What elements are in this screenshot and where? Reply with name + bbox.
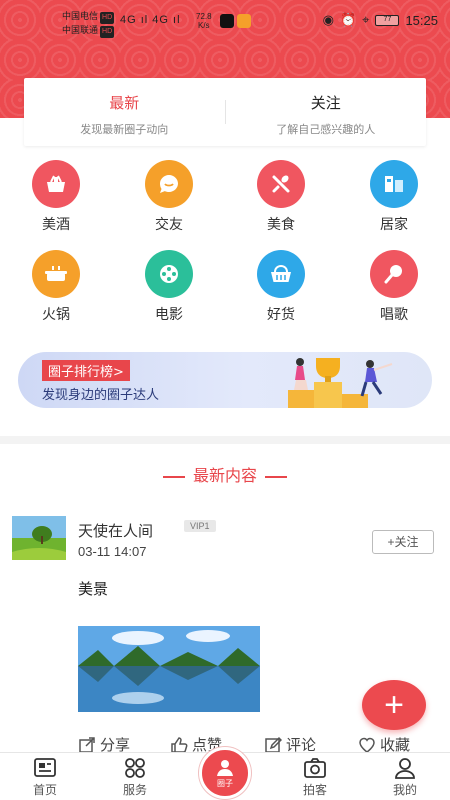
nav-home[interactable]: 首页 [15, 757, 75, 798]
title-dash-right [265, 475, 287, 478]
notification-icons [220, 14, 254, 28]
category-hotpot[interactable]: 火锅 [16, 250, 96, 324]
avatar-image [12, 516, 66, 560]
category-label: 电影 [155, 306, 183, 322]
category-food[interactable]: 美食 [241, 160, 321, 234]
category-home[interactable]: 居家 [354, 160, 434, 234]
carrier-2: 中国联通 [62, 25, 99, 35]
category-friends[interactable]: 交友 [129, 160, 209, 234]
tab-following-title: 关注 [310, 95, 341, 112]
category-label: 火锅 [42, 306, 70, 322]
nav-circle[interactable]: 圈子 [199, 747, 251, 799]
fork-spoon-icon [257, 160, 305, 208]
circle-ranking-banner[interactable]: 圈子排行榜> 发现身边的圈子达人 [18, 352, 432, 408]
network-speed: 72.8 K/s [196, 12, 212, 30]
tab-following[interactable]: 关注 了解自己感兴趣的人 [226, 78, 427, 146]
nav-service[interactable]: 服务 [105, 757, 165, 798]
nav-service-label: 服务 [122, 783, 147, 797]
clock: 15:25 [405, 12, 438, 28]
nav-home-label: 首页 [32, 783, 57, 797]
tab-following-subtitle: 了解自己感兴趣的人 [276, 124, 376, 136]
hd-badge: HD [100, 26, 115, 38]
film-reel-icon [145, 250, 193, 298]
location-icon: ⌖ [362, 12, 370, 27]
title-dash-left [162, 475, 185, 478]
heart-icon [359, 737, 375, 753]
alarm-icon: ⏰ [339, 12, 357, 27]
circle-people-icon [217, 760, 233, 776]
nav-circle-label: 圈子 [217, 779, 233, 788]
post-image[interactable] [78, 626, 260, 712]
category-label: 好货 [267, 306, 295, 322]
hd-badge: HD [100, 12, 115, 24]
camera-icon [304, 758, 326, 778]
category-wine[interactable]: 美酒 [16, 160, 96, 234]
nav-photo-label: 拍客 [302, 783, 327, 797]
tab-latest[interactable]: 最新 发现最新圈子动向 [24, 78, 225, 146]
shopping-basket-icon [257, 250, 305, 298]
signal-icon: 4G ıl 4G ıl [120, 14, 181, 26]
category-label: 居家 [380, 216, 408, 232]
category-label: 唱歌 [380, 306, 408, 322]
user-icon [395, 758, 415, 779]
post-username[interactable]: 天使在人间 [78, 520, 153, 541]
home-furniture-icon [370, 160, 418, 208]
status-right: ◉ ⏰ ⌖ 77 15:25 [323, 12, 438, 28]
wine-basket-icon [32, 160, 80, 208]
nav-mine[interactable]: 我的 [375, 757, 435, 798]
video-app-icon [237, 14, 251, 28]
nav-photo[interactable]: 拍客 [285, 757, 345, 798]
tab-latest-subtitle: 发现最新圈子动向 [80, 124, 169, 136]
nav-mine-label: 我的 [392, 783, 417, 797]
category-goods[interactable]: 好货 [241, 250, 321, 324]
tab-latest-title: 最新 [109, 95, 140, 112]
thumbs-up-icon [171, 736, 188, 753]
trophy-illustration [288, 358, 393, 408]
edit-comment-icon [265, 736, 282, 753]
tiktok-icon [220, 14, 234, 28]
add-post-button[interactable]: + [362, 680, 426, 730]
eye-icon: ◉ [322, 12, 334, 27]
microphone-icon [370, 250, 418, 298]
plus-icon: + [384, 686, 404, 724]
landscape-image [78, 626, 260, 712]
category-label: 美酒 [42, 216, 70, 232]
post-time: 03-11 14:07 [78, 544, 147, 559]
status-bar: 中国电信 HD 中国联通 HD 4G ıl 4G ıl 72.8 K/s ◉ ⏰ ⌖… [0, 0, 450, 42]
carrier-1: 中国电信 [62, 11, 99, 21]
category-sing[interactable]: 唱歌 [354, 250, 434, 324]
banner-badge: 圈子排行榜> [42, 360, 130, 381]
category-movie[interactable]: 电影 [129, 250, 209, 324]
section-title-text: 最新内容 [192, 468, 257, 485]
vip-badge: VIP1 [184, 520, 216, 532]
home-news-icon [34, 758, 56, 777]
section-title: 最新内容 [0, 462, 450, 486]
battery-icon: 77 [375, 14, 400, 26]
bottom-navigation: 首页 服务 圈子 拍客 我的 [0, 747, 450, 800]
post-text: 美景 [78, 581, 109, 598]
hotpot-icon [32, 250, 80, 298]
category-label: 交友 [155, 216, 183, 232]
banner-subtitle: 发现身边的圈子达人 [42, 388, 160, 403]
category-label: 美食 [267, 216, 295, 232]
share-icon [79, 736, 95, 753]
carrier-info: 中国电信 HD 中国联通 HD [62, 10, 115, 38]
avatar[interactable] [12, 516, 66, 560]
feed-tabs: 最新 发现最新圈子动向 关注 了解自己感兴趣的人 [24, 78, 426, 146]
chat-bubble-icon [145, 160, 193, 208]
speed-value: 72.8 [196, 12, 212, 21]
follow-button[interactable]: +关注 [372, 530, 434, 554]
speed-unit: K/s [198, 21, 210, 30]
grid-icon [125, 758, 145, 778]
